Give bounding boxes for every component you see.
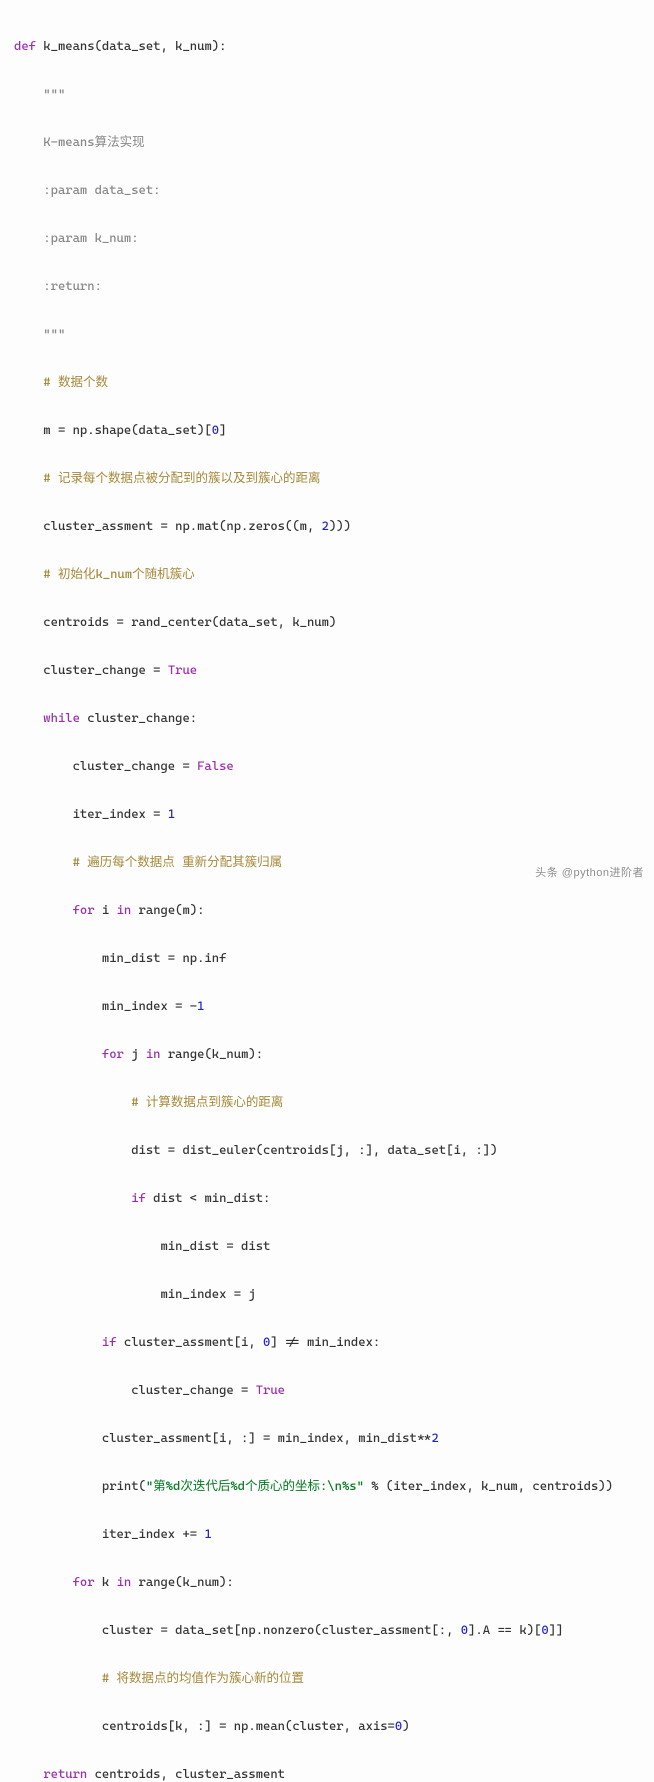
number-literal: 0 (263, 1334, 270, 1349)
docstring-line: :param data_set: (14, 178, 640, 202)
const-true: True (168, 662, 197, 677)
keyword-for: for (102, 1046, 124, 1061)
code-line: print("第%d次迭代后%d个质心的坐标:\n%s" % (iter_ind… (14, 1474, 640, 1498)
code-line: # 将数据点的均值作为簇心新的位置 (14, 1666, 640, 1690)
keyword-if: if (102, 1334, 117, 1349)
comment: # 数据个数 (43, 374, 108, 389)
code-line: iter_index += 1 (14, 1522, 640, 1546)
comment: # 计算数据点到簇心的距离 (131, 1094, 283, 1109)
code-line: for i in range(m): (14, 898, 640, 922)
const-true: True (256, 1382, 285, 1397)
keyword-for: for (73, 902, 95, 917)
code-line: for k in range(k_num): (14, 1570, 640, 1594)
code-line: dist = dist_euler(centroids[j, :], data_… (14, 1138, 640, 1162)
code-line: min_dist = dist (14, 1234, 640, 1258)
code-line: centroids = rand_center(data_set, k_num) (14, 610, 640, 634)
keyword-in: in (117, 902, 132, 917)
number-literal: 0 (395, 1718, 402, 1733)
number-literal: 0 (541, 1622, 548, 1637)
docstring-line: :param k_num: (14, 226, 640, 250)
keyword-if: if (131, 1190, 146, 1205)
comment: # 遍历每个数据点 重新分配其簇归属 (73, 854, 282, 869)
code-line: cluster_change = False (14, 754, 640, 778)
code-line: while cluster_change: (14, 706, 640, 730)
number-literal: 1 (204, 1526, 211, 1541)
code-line: # 记录每个数据点被分配到的簇以及到簇心的距离 (14, 466, 640, 490)
code-line: if dist < min_dist: (14, 1186, 640, 1210)
code-block: def k_means(data_set, k_num): """ K-mean… (14, 10, 640, 1782)
keyword-in: in (117, 1574, 132, 1589)
code-line: iter_index = 1 (14, 802, 640, 826)
number-literal: 1 (168, 806, 175, 821)
code-line: for j in range(k_num): (14, 1042, 640, 1066)
keyword-return: return (43, 1766, 87, 1781)
code-line: m = np.shape(data_set)[0] (14, 418, 640, 442)
code-line: # 初始化k_num个随机簇心 (14, 562, 640, 586)
code-line: # 数据个数 (14, 370, 640, 394)
keyword-while: while (43, 710, 80, 725)
docstring-open: """ (14, 82, 640, 106)
code-line: cluster_change = True (14, 1378, 640, 1402)
code-line: min_index = -1 (14, 994, 640, 1018)
number-literal: 1 (197, 998, 204, 1013)
comment: # 初始化k_num个随机簇心 (43, 566, 194, 581)
keyword-def: def (14, 38, 36, 53)
code-line: if cluster_assment[i, 0] != min_index: (14, 1330, 640, 1354)
const-false: False (197, 758, 234, 773)
number-literal: 2 (322, 518, 329, 533)
number-literal: 2 (431, 1430, 438, 1445)
number-literal: 0 (461, 1622, 468, 1637)
code-line: # 计算数据点到簇心的距离 (14, 1090, 640, 1114)
function-signature: k_means(data_set, k_num): (36, 38, 226, 53)
docstring-line: :return: (14, 274, 640, 298)
code-line: cluster_change = True (14, 658, 640, 682)
docstring-close: """ (14, 322, 640, 346)
comment: # 将数据点的均值作为簇心新的位置 (102, 1670, 304, 1685)
code-line: return centroids, cluster_assment (14, 1762, 640, 1782)
string-literal: "第%d次迭代后%d个质心的坐标:\n%s" (146, 1478, 364, 1493)
code-line: cluster = data_set[np.nonzero(cluster_as… (14, 1618, 640, 1642)
code-line: min_index = j (14, 1282, 640, 1306)
keyword-in: in (146, 1046, 161, 1061)
code-line: centroids[k, :] = np.mean(cluster, axis=… (14, 1714, 640, 1738)
watermark-text: 头条 @python进阶者 (535, 861, 644, 885)
code-line: min_dist = np.inf (14, 946, 640, 970)
keyword-for: for (73, 1574, 95, 1589)
code-line: cluster_assment[i, :] = min_index, min_d… (14, 1426, 640, 1450)
docstring-line: K-means算法实现 (14, 130, 640, 154)
comment: # 记录每个数据点被分配到的簇以及到簇心的距离 (43, 470, 320, 485)
number-literal: 0 (212, 422, 219, 437)
code-line: def k_means(data_set, k_num): (14, 34, 640, 58)
code-line: cluster_assment = np.mat(np.zeros((m, 2)… (14, 514, 640, 538)
